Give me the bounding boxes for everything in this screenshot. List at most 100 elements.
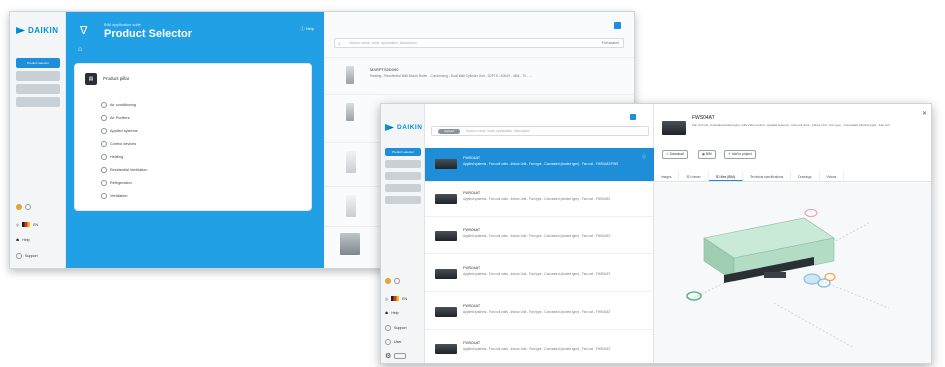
product-row[interactable]: MXRPTS0D090 Heating - Residential Wall-M…: [324, 57, 634, 93]
sidebar-item-3[interactable]: [385, 172, 421, 180]
search-icon: ⌕: [338, 41, 341, 47]
sidebar: DAIKIN Product selector ◎ EN ☗ Help Supp…: [10, 12, 66, 268]
sidebar-item-4[interactable]: [385, 184, 421, 192]
support-label: Support: [25, 254, 38, 258]
tab-drawings[interactable]: Drawings: [791, 172, 820, 181]
settings-row[interactable]: [385, 278, 400, 284]
grid-view-icon[interactable]: [614, 22, 621, 29]
item-title: FWS04AT: [463, 341, 481, 345]
bim-button[interactable]: ▦ BIM: [698, 150, 716, 159]
product-thumbnail: [435, 194, 457, 204]
support-label: Support: [394, 326, 407, 330]
list-item[interactable]: FWS04AT Applied systems - Fan coil units…: [425, 258, 654, 292]
list-item[interactable]: FWS04AT Applied systems - Fan coil units…: [425, 296, 654, 330]
language-selector[interactable]: ◎ EN: [385, 296, 407, 301]
list-item[interactable]: FWS04AT Applied systems - Fan coil units…: [425, 183, 654, 217]
option-ventilation[interactable]: Ventilation: [101, 193, 128, 199]
filter-chip[interactable]: Applied: [438, 129, 460, 134]
cog-icon: ⚙: [385, 353, 392, 360]
settings-row[interactable]: [16, 204, 31, 210]
option-applied-systems[interactable]: Applied systems: [101, 128, 138, 134]
help-button-label: Help: [305, 26, 314, 31]
list-item[interactable]: FWS04AT Applied systems - Fan coil units…: [425, 333, 654, 363]
product-title: MXRPTS0D090: [370, 67, 399, 72]
tab-images[interactable]: Images: [654, 172, 680, 181]
sidebar-item-5[interactable]: [385, 196, 421, 204]
search-input[interactable]: ⌕ Search name, code, application, descri…: [334, 38, 624, 48]
support-icon: [16, 253, 22, 259]
home-icon[interactable]: ⌂: [78, 46, 82, 53]
detail-thumbnail: [662, 121, 686, 135]
user-link[interactable]: User: [385, 339, 402, 345]
help-link[interactable]: ☗ Help: [385, 311, 399, 315]
help-icon: ☗: [16, 238, 20, 242]
radio-icon: [101, 141, 107, 147]
download-button[interactable]: ⇩ Download: [662, 150, 688, 159]
card-title: Product pillar: [103, 76, 130, 81]
support-link[interactable]: Support: [385, 325, 407, 331]
language-selector[interactable]: ◎ EN: [16, 222, 38, 227]
item-title: FWS04AT: [463, 156, 481, 160]
user-label: User: [394, 340, 402, 344]
tab-videos[interactable]: Videos: [820, 172, 845, 181]
help-link[interactable]: ☗ Help: [16, 238, 30, 242]
radio-icon: [101, 115, 107, 121]
option-control-devices[interactable]: Control devices: [101, 141, 136, 147]
globe-icon: ◎: [16, 222, 20, 227]
sidebar-item-2[interactable]: [16, 71, 60, 81]
search-input[interactable]: Applied Search name, code, application, …: [431, 126, 649, 136]
add-to-project-button[interactable]: ＋ Add to project: [724, 150, 756, 159]
option-residential-ventilation[interactable]: Residential Ventilation: [101, 167, 147, 173]
3d-model-canvas[interactable]: [654, 183, 932, 364]
category-icon: ▤: [85, 73, 97, 85]
help-button[interactable]: ⓘ Help: [301, 26, 314, 32]
full-search-button[interactable]: Full search: [602, 39, 619, 47]
tab-3d-viewer[interactable]: 3D viewer: [679, 172, 709, 181]
product-description: Heating - Residential Wall-Mount Boiler …: [370, 74, 532, 78]
option-label: Air conditioning: [110, 103, 136, 107]
detail-tabs: Images 3D viewer 3D files (BIM) Technica…: [654, 172, 931, 182]
list-item[interactable]: FWS04AT Applied systems - Fan coil units…: [425, 220, 654, 254]
connection-ring-icon[interactable]: [804, 209, 818, 217]
search-placeholder: Search name, code, application, descript…: [466, 129, 530, 133]
logout-icon: [394, 353, 407, 359]
option-air-purifiers[interactable]: Air Purifiers: [101, 115, 130, 121]
sidebar-item-2[interactable]: [385, 160, 421, 168]
sidebar-item-product-selector[interactable]: Product selector: [385, 148, 421, 156]
sidebar-item-product-selector[interactable]: Product selector: [16, 58, 60, 68]
sidebar-item-4[interactable]: [16, 97, 60, 107]
help-icon: ☗: [385, 311, 389, 315]
3d-model-viewer[interactable]: [654, 183, 932, 364]
info-icon[interactable]: ⓘ: [642, 154, 646, 160]
option-label: Refrigeration: [110, 181, 132, 185]
connection-ring-icon[interactable]: [824, 272, 836, 282]
list-item-selected[interactable]: FWS04AT Applied systems - Fan coil units…: [425, 148, 654, 182]
detail-title: FWS04AT: [692, 115, 715, 121]
product-list: Applied Search name, code, application, …: [425, 104, 654, 363]
add-label: Add to project: [731, 152, 752, 156]
support-link[interactable]: Support: [16, 253, 38, 259]
gear-icon: [16, 204, 22, 210]
settings-link[interactable]: ⚙: [385, 352, 407, 360]
option-label: Heating: [110, 155, 124, 159]
sidebar: DAIKIN Product selector ◎ EN ☗ Help Supp: [381, 104, 425, 363]
product-thumbnail: [346, 151, 356, 173]
option-label: Residential Ventilation: [110, 168, 148, 172]
option-air-conditioning[interactable]: Air conditioning: [101, 102, 136, 108]
flag-icon: [391, 296, 400, 301]
help-label: Help: [391, 311, 399, 315]
grid-view-icon[interactable]: [630, 114, 636, 120]
app-subtitle: BIM application suite: [104, 22, 141, 27]
option-label: Ventilation: [110, 194, 128, 198]
option-refrigeration[interactable]: Refrigeration: [101, 180, 132, 186]
option-heating[interactable]: Heating: [101, 154, 123, 160]
item-title: FWS04AT: [463, 191, 481, 195]
close-icon[interactable]: ✕: [922, 110, 927, 117]
support-icon: [385, 325, 391, 331]
product-thumbnail: [435, 344, 457, 354]
product-thumbnail: [435, 307, 457, 317]
tab-technical-specifications[interactable]: Technical specifications: [743, 172, 792, 181]
sidebar-item-3[interactable]: [16, 84, 60, 94]
tab-3d-files[interactable]: 3D files (BIM): [708, 172, 743, 181]
item-description: Applied systems - Fan coil units - Indoo…: [463, 197, 611, 201]
